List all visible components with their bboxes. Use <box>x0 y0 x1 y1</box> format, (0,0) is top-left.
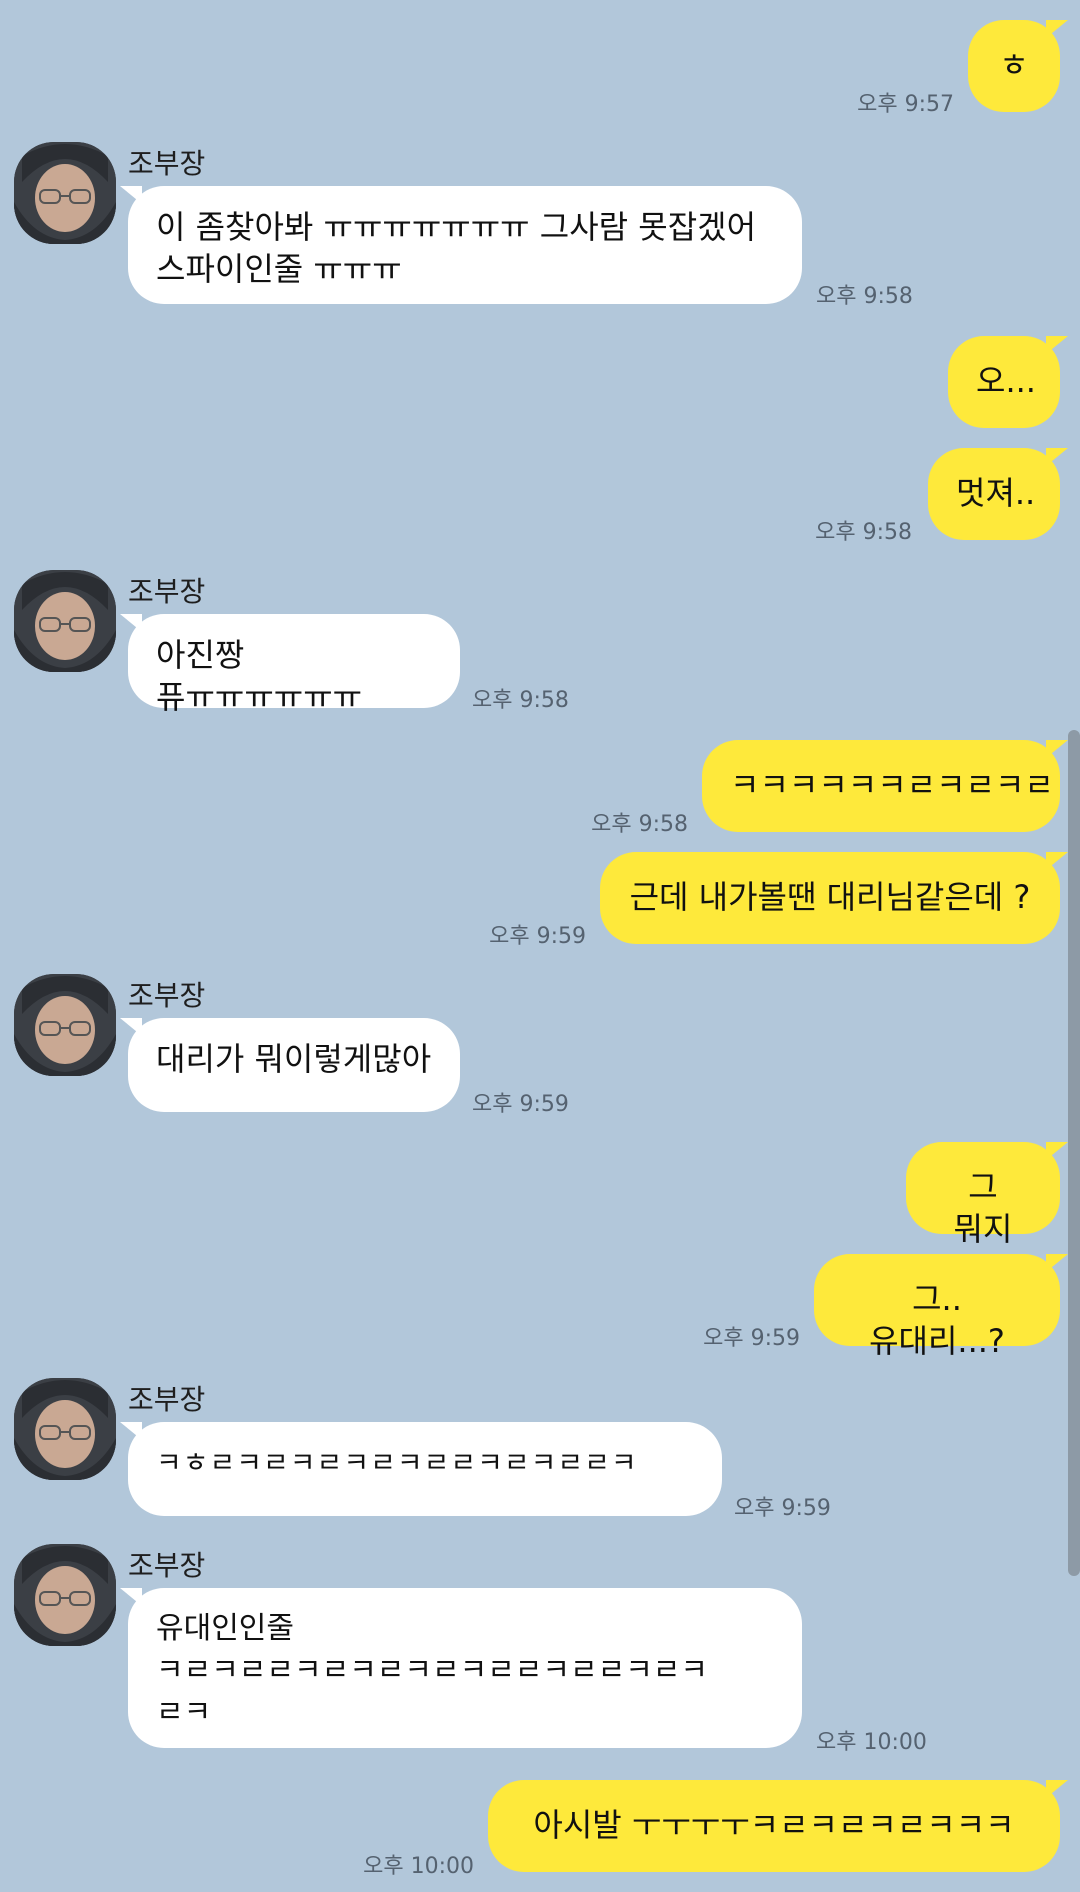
my-message-bubble[interactable]: 아시발 ㅜㅜㅜㅜㅋㄹㅋㄹㅋㄹㅋㅋㅋ <box>488 1780 1068 1872</box>
avatar[interactable] <box>14 1378 116 1480</box>
sender-name: 조부장 <box>128 1549 206 1582</box>
person-photo-icon <box>14 974 116 1076</box>
message-timestamp: 오후 9:59 <box>489 924 586 949</box>
message-timestamp: 오후 9:58 <box>472 688 569 713</box>
other-message-bubble[interactable]: ㅋㅎㄹㅋㄹㅋㄹㅋㄹㅋㄹㄹㅋㄹㅋㄹㄹㅋ <box>120 1422 722 1516</box>
my-message-bubble[interactable]: ㅎ <box>968 20 1068 112</box>
sender-name: 조부장 <box>128 979 206 1012</box>
scrollbar[interactable] <box>1068 730 1080 1576</box>
sender-name: 조부장 <box>128 575 206 608</box>
other-message-bubble[interactable]: 유대인인줄 ㅋㄹㅋㄹㄹㅋㄹㅋㄹㅋㄹㅋㄹㄹㅋㄹㄹㅋㄹㅋ ㄹㅋ <box>120 1588 802 1748</box>
other-message-bubble[interactable]: 이 좀찾아봐 ㅠㅠㅠㅠㅠㅠㅠ 그사람 못잡겠어 스파이인줄 ㅠㅠㅠ <box>120 186 802 304</box>
other-message-bubble[interactable]: 아진짱 퓨ㅠㅠㅠㅠㅠㅠ <box>120 614 460 716</box>
message-timestamp: 오후 10:00 <box>816 1730 927 1755</box>
message-timestamp: 오후 9:58 <box>815 520 912 545</box>
avatar[interactable] <box>14 570 116 672</box>
message-timestamp: 오후 9:59 <box>703 1326 800 1351</box>
my-message-bubble[interactable]: 오... <box>948 336 1068 428</box>
other-message-bubble[interactable]: 대리가 뭐이렇게많아 <box>120 1018 460 1112</box>
person-photo-icon <box>14 142 116 244</box>
my-message-bubble[interactable]: ㅋㅋㅋㅋㅋㅋㄹㅋㄹㅋㄹ <box>702 740 1068 832</box>
avatar[interactable] <box>14 1544 116 1646</box>
avatar[interactable] <box>14 974 116 1076</box>
my-message-bubble[interactable]: 근데 내가볼땐 대리님같은데 ? <box>600 852 1068 944</box>
my-message-bubble[interactable]: 그 뭐지 <box>906 1142 1068 1248</box>
message-timestamp: 오후 9:58 <box>591 812 688 837</box>
person-photo-icon <box>14 1378 116 1480</box>
chat-message-list[interactable]: ㅎ 오후 9:57 조부장 이 좀찾아봐 ㅠㅠㅠㅠㅠㅠㅠ 그사람 못잡겠어 스파… <box>0 0 1080 1892</box>
person-photo-icon <box>14 1544 116 1646</box>
message-timestamp: 오후 9:57 <box>857 92 954 117</box>
sender-name: 조부장 <box>128 1383 206 1416</box>
message-timestamp: 오후 9:59 <box>472 1092 569 1117</box>
message-timestamp: 오후 9:59 <box>734 1496 831 1521</box>
person-photo-icon <box>14 570 116 672</box>
my-message-bubble[interactable]: 그.. 유대리...? <box>814 1254 1068 1360</box>
avatar[interactable] <box>14 142 116 244</box>
sender-name: 조부장 <box>128 147 206 180</box>
message-timestamp: 오후 9:58 <box>816 284 913 309</box>
message-timestamp: 오후 10:00 <box>363 1854 474 1879</box>
my-message-bubble[interactable]: 멋져.. <box>928 448 1068 540</box>
